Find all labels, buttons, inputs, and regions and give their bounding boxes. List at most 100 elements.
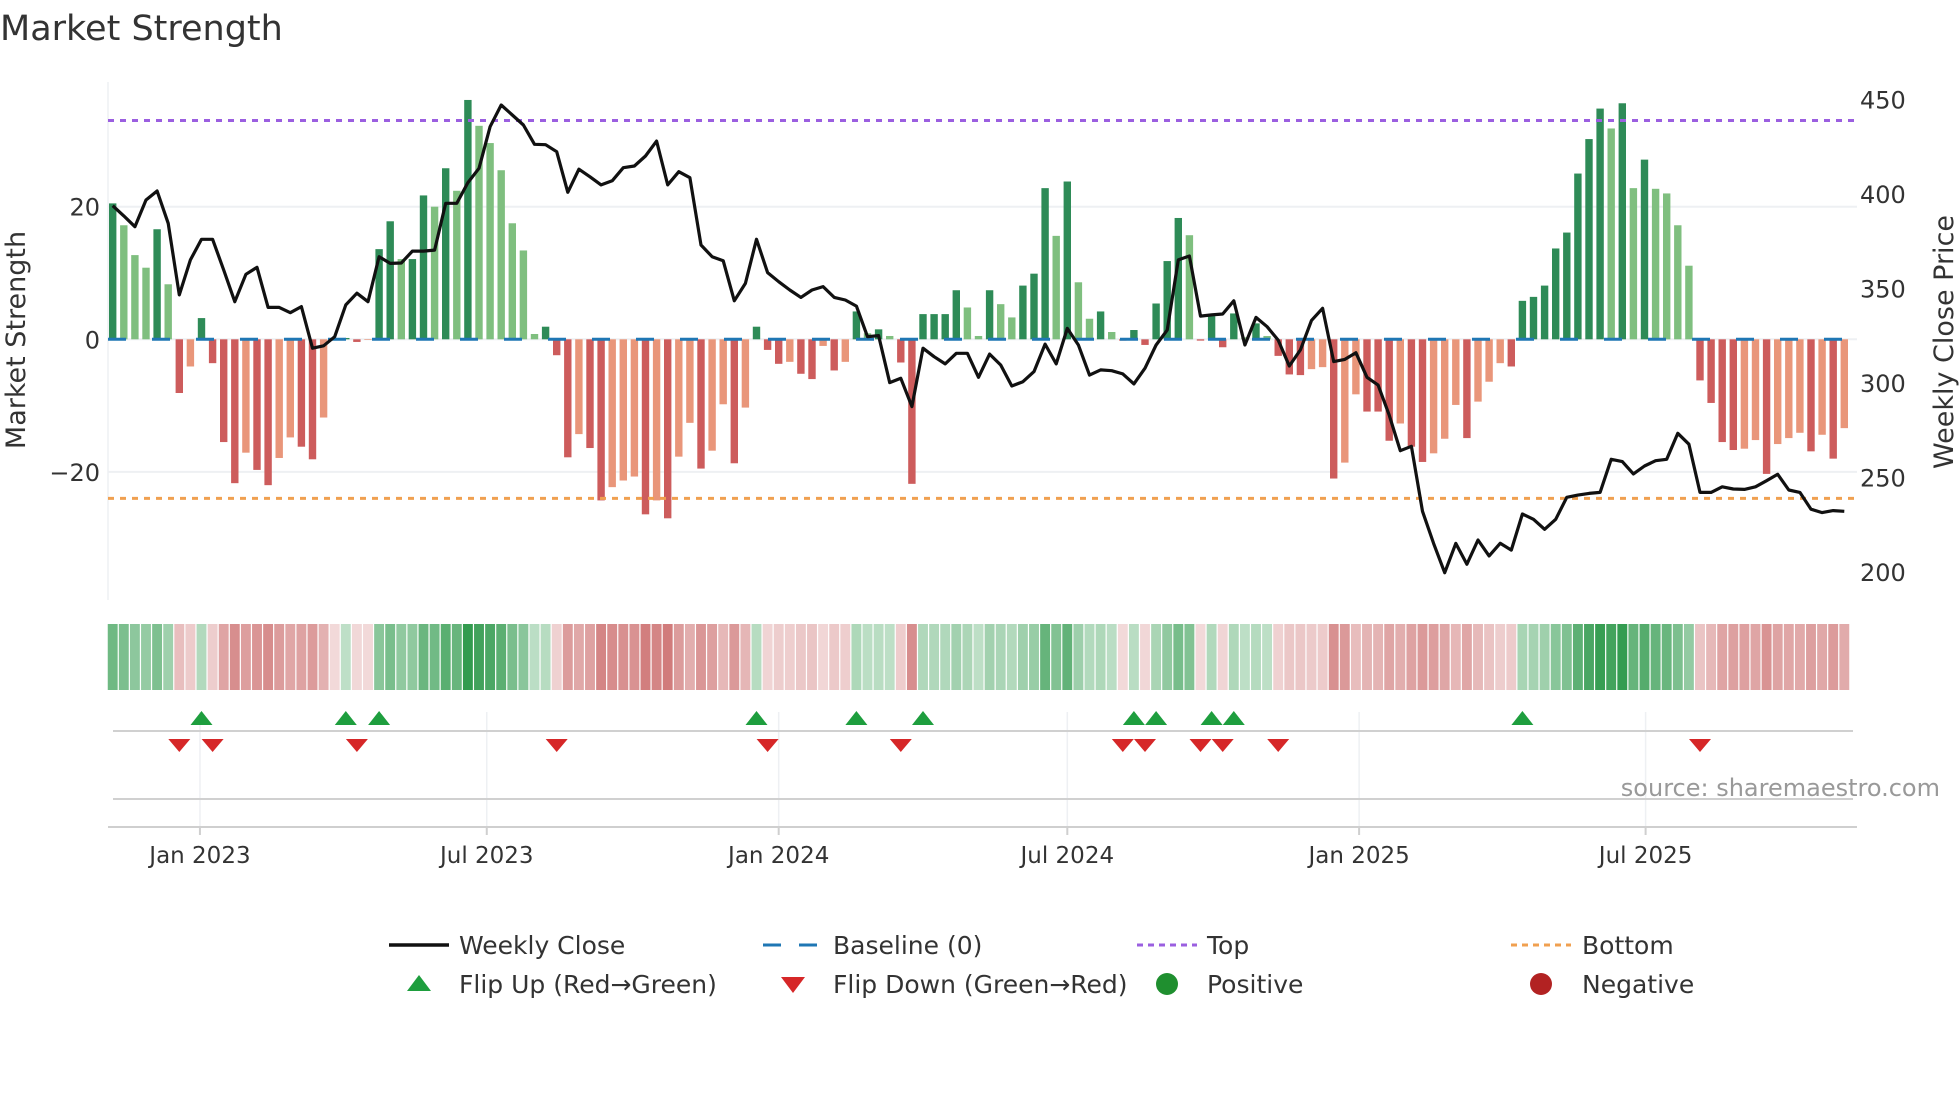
negative-bar	[242, 339, 250, 453]
negative-bar	[697, 339, 705, 469]
positive-bar	[1019, 285, 1027, 340]
chart-title: Market Strength	[0, 9, 283, 49]
flip-down-marker	[168, 739, 191, 752]
flip-down-marker	[1211, 739, 1234, 752]
positive-bar	[952, 290, 960, 340]
positive-bar	[1008, 317, 1016, 340]
positive-bar	[1640, 159, 1649, 340]
legend-label: Baseline (0)	[833, 931, 982, 960]
heatmap-cell	[1706, 624, 1717, 690]
heatmap-cell	[462, 624, 473, 690]
heatmap-cell	[1084, 624, 1095, 690]
negative-bar	[719, 339, 727, 405]
positive-bar	[442, 168, 450, 340]
heatmap-cell	[673, 624, 684, 690]
heatmap-cell	[1306, 624, 1317, 690]
positive-bar	[1540, 285, 1549, 340]
heatmap-cell	[1040, 624, 1051, 690]
negative-bar	[597, 339, 605, 501]
heatmap-cell	[1683, 624, 1694, 690]
positive-bar	[919, 314, 927, 340]
legend-circle-red-icon	[1530, 973, 1552, 995]
flip-up-marker	[845, 711, 868, 725]
y-tick-label: −20	[49, 459, 100, 487]
y2-tick-label: 250	[1860, 464, 1906, 492]
flip-up-marker	[1511, 711, 1534, 725]
negative-bar	[1485, 339, 1493, 382]
heatmap-cell	[807, 624, 817, 690]
negative-bar	[1840, 339, 1848, 429]
heatmap-cell	[363, 624, 373, 690]
heatmap-cell	[407, 624, 418, 690]
negative-bar	[619, 339, 627, 481]
x-tick-label: Jul 2024	[1018, 843, 1114, 869]
flip-down-marker	[889, 739, 912, 752]
negative-bar	[1796, 339, 1804, 433]
positive-bar	[1152, 303, 1160, 340]
heatmap-cell	[229, 624, 240, 690]
negative-bar	[830, 339, 838, 371]
positive-bar	[930, 314, 938, 340]
heatmap-cell	[1550, 624, 1561, 690]
heatmap-cell	[1739, 624, 1750, 690]
heatmap-cell	[1661, 624, 1672, 690]
negative-bar	[1318, 339, 1327, 368]
heatmap-cell	[1406, 624, 1417, 690]
strength-heatmap-strip	[107, 624, 1850, 690]
heatmap-cell	[551, 624, 562, 690]
x-tick-label: Jan 2025	[1306, 843, 1409, 869]
positive-bar	[997, 304, 1005, 340]
heatmap-cell	[118, 624, 129, 690]
heatmap-cell	[651, 624, 662, 690]
heatmap-cell	[1317, 624, 1328, 690]
negative-bar	[1452, 339, 1460, 405]
heatmap-cell	[418, 624, 429, 690]
negative-bar	[1374, 339, 1382, 412]
x-tick-label: Jan 2024	[726, 843, 829, 869]
legend-label: Weekly Close	[459, 931, 625, 960]
heatmap-cell	[1517, 624, 1528, 690]
strength-bars	[109, 99, 1848, 519]
positive-bar	[397, 259, 405, 340]
heatmap-cell	[1639, 624, 1650, 690]
positive-bar	[886, 335, 894, 340]
heatmap-cell	[496, 624, 507, 690]
heatmap-cell	[1672, 624, 1683, 690]
heatmap-cell	[1128, 624, 1139, 690]
negative-bar	[353, 339, 361, 342]
heatmap-cell	[773, 624, 784, 690]
heatmap-cell	[596, 624, 607, 690]
heatmap-cell	[263, 624, 274, 690]
heatmap-cell	[1151, 624, 1162, 690]
heatmap-cell	[196, 624, 207, 690]
legend-triangle-up-icon	[407, 975, 431, 991]
heatmap-cell	[274, 624, 285, 690]
negative-bar	[253, 339, 261, 470]
heatmap-cell	[1073, 624, 1084, 690]
heatmap-cell	[829, 624, 840, 690]
heatmap-cell	[1239, 624, 1250, 690]
heatmap-cell	[1794, 624, 1805, 690]
legend-label: Flip Up (Red→Green)	[459, 970, 717, 999]
positive-bar	[1096, 311, 1105, 340]
heatmap-cell	[1117, 624, 1128, 690]
positive-bar	[752, 326, 761, 340]
positive-bar	[497, 170, 505, 340]
negative-bar	[1751, 339, 1760, 441]
flip-down-marker	[756, 739, 779, 752]
flip-down-marker	[1134, 739, 1156, 752]
positive-bar	[1518, 300, 1527, 340]
negative-bar	[1785, 339, 1793, 439]
legend-label: Flip Down (Green→Red)	[833, 970, 1128, 999]
heatmap-cell	[1495, 624, 1506, 690]
heatmap-cell	[1184, 624, 1195, 690]
negative-bar	[275, 339, 283, 458]
positive-bar	[1030, 273, 1038, 340]
heatmap-cell	[607, 624, 618, 690]
heatmap-cell	[1051, 624, 1062, 690]
positive-bar	[1052, 235, 1060, 340]
flip-up-marker	[368, 711, 391, 725]
negative-bar	[553, 339, 561, 356]
heatmap-cell	[307, 624, 318, 690]
heatmap-cell	[762, 624, 773, 690]
